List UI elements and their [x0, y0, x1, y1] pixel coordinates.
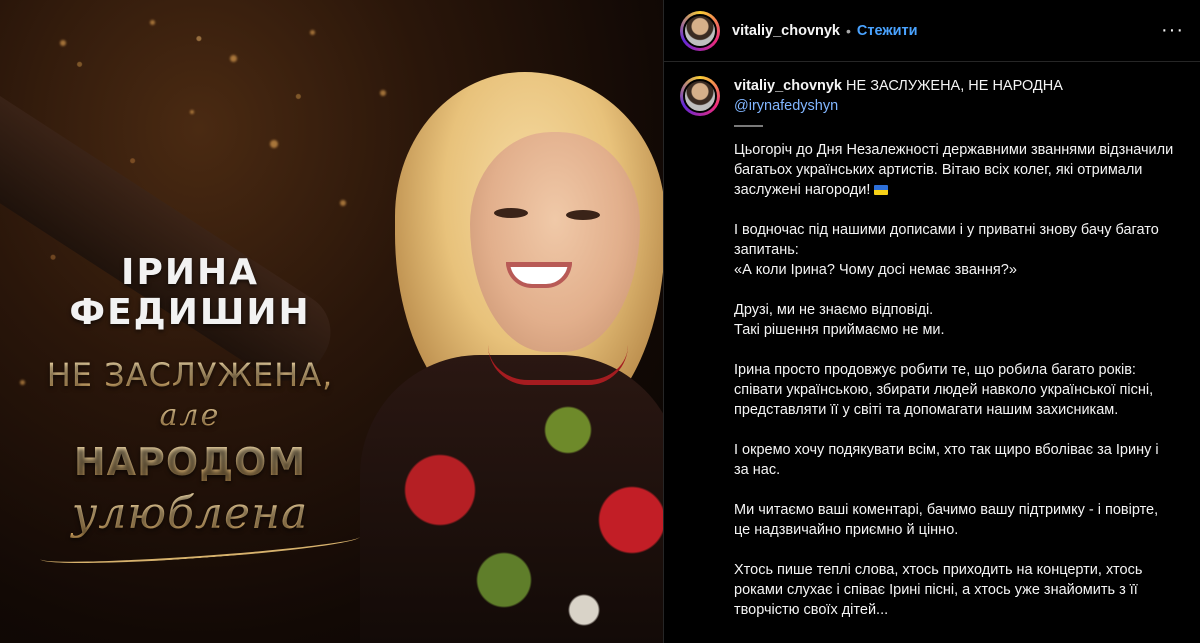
face [470, 132, 640, 352]
poster-name-first: ІРИНА [121, 252, 259, 293]
bokeh-light [310, 30, 315, 35]
caption-title: НЕ ЗАСЛУЖЕНА, НЕ НАРОДНА [846, 78, 1063, 94]
poster-phrase-1: НЕ ЗАСЛУЖЕНА, [20, 356, 360, 394]
post-viewer: ІРИНА ФЕДИШИН НЕ ЗАСЛУЖЕНА, але НАРОДОМ … [0, 0, 1200, 643]
poster-phrase-2: але [40, 398, 340, 433]
bokeh-light [230, 55, 237, 62]
neckline [488, 345, 628, 385]
mention-link[interactable]: @irynafedyshyn [734, 96, 1174, 116]
post-caption: vitaliy_chovnyk НЕ ЗАСЛУЖЕНА, НЕ НАРОДНА… [664, 62, 1200, 620]
embroidered-dress [360, 355, 663, 643]
post-image[interactable]: ІРИНА ФЕДИШИН НЕ ЗАСЛУЖЕНА, але НАРОДОМ … [0, 0, 663, 643]
avatar[interactable] [680, 10, 720, 51]
caption-paragraph: Цьогоріч до Дня Незалежності державними … [734, 140, 1174, 200]
caption-body: vitaliy_chovnyk НЕ ЗАСЛУЖЕНА, НЕ НАРОДНА… [734, 76, 1174, 620]
left-eye [494, 208, 528, 218]
header-username[interactable]: vitaliy_chovnyk [732, 23, 840, 39]
poster-name-last: ФЕДИШИН [69, 292, 311, 333]
caption-divider: —— [734, 118, 763, 134]
ukraine-flag-icon [874, 185, 889, 196]
right-eye [566, 210, 600, 220]
caption-username[interactable]: vitaliy_chovnyk [734, 78, 842, 94]
avatar-image [683, 13, 717, 48]
caption-paragraph: І водночас під нашими дописами і у прива… [734, 222, 1159, 278]
caption-paragraph: Ми читаємо ваші коментарі, бачимо вашу п… [734, 502, 1159, 538]
caption-paragraph: Друзі, ми не знаємо відповіді. Такі ріше… [734, 302, 945, 338]
raised-arm [0, 70, 346, 397]
avatar-image [683, 79, 717, 113]
bokeh-light [340, 200, 346, 206]
bokeh-light [190, 110, 194, 114]
follow-button[interactable]: Стежити [857, 23, 918, 39]
caption-paragraph: І окремо хочу подякувати всім, хто так щ… [734, 442, 1159, 478]
caption-paragraph: Хтось пише теплі слова, хтось приходить … [734, 562, 1143, 618]
bokeh-light [270, 140, 278, 148]
caption-paragraph: Ірина просто продовжує робити те, що роб… [734, 362, 1154, 418]
bokeh-light [380, 90, 386, 96]
separator-dot: • [846, 22, 851, 39]
poster-phrase-3: НАРОДОМ [40, 440, 340, 484]
bokeh-light [150, 20, 155, 25]
more-options-icon[interactable]: ··· [1161, 19, 1184, 42]
caption-avatar[interactable] [680, 76, 720, 116]
paragraph-text: Цьогоріч до Дня Незалежності державними … [734, 142, 1174, 198]
bokeh-light [60, 40, 66, 46]
post-side-panel: vitaliy_chovnyk • Стежити ··· vitaliy_ch… [663, 0, 1200, 643]
post-header: vitaliy_chovnyk • Стежити ··· [664, 0, 1200, 62]
